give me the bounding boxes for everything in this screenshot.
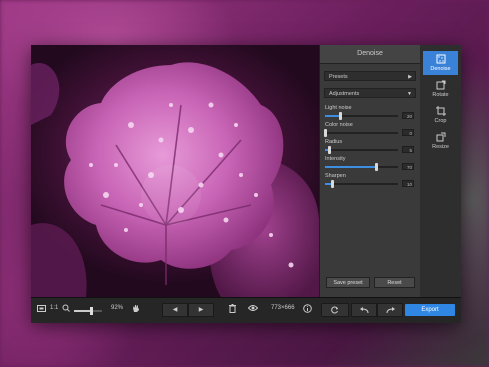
next-button[interactable]: ▶ <box>188 303 214 317</box>
tool-rotate[interactable]: Rotate <box>423 77 458 101</box>
slider-handle[interactable] <box>327 146 331 154</box>
tool-label: Crop <box>434 118 447 124</box>
export-button[interactable]: Export <box>405 304 455 316</box>
chevron-down-icon: ▼ <box>407 91 412 97</box>
actual-size-button[interactable]: 1:1 <box>50 305 58 311</box>
image-dimensions: 773×666 <box>271 305 295 311</box>
hand-tool-icon[interactable] <box>132 304 140 315</box>
tool-denoise[interactable]: Denoise <box>423 51 458 75</box>
chevron-right-icon: ▶ <box>408 74 412 80</box>
tool-resize[interactable]: Resize <box>423 129 458 153</box>
slider-label: Radius <box>325 139 343 145</box>
slider-handle[interactable] <box>338 112 342 120</box>
slider-handle[interactable] <box>331 180 335 188</box>
slider-value-field[interactable]: 0 <box>402 129 414 136</box>
presets-label: Presets <box>329 74 348 80</box>
zoom-slider-handle[interactable] <box>89 307 93 315</box>
denoise-icon <box>436 54 445 64</box>
zoom-out-icon[interactable] <box>62 304 70 314</box>
denoise-panel: Denoise Presets ▶ Adjustments ▼ Light no… <box>319 45 420 297</box>
flower-photo <box>31 62 319 297</box>
reset-button[interactable]: Reset <box>374 277 415 288</box>
undo-button[interactable] <box>351 303 377 317</box>
slider-label: Light noise <box>325 105 352 111</box>
slider-handle[interactable] <box>375 163 379 171</box>
bottom-toolbar: 1:1 92% ◀ ▶ 773×666 Export <box>31 297 461 323</box>
slider-track[interactable] <box>325 112 398 120</box>
slider-label: Color noise <box>325 122 353 128</box>
previous-arrow-icon: ◀ <box>172 307 178 313</box>
slider-value-field[interactable]: 20 <box>402 112 414 119</box>
slider-value-field[interactable]: 70 <box>402 163 414 170</box>
resize-icon <box>436 132 445 142</box>
crop-icon <box>435 106 446 116</box>
panel-title: Denoise <box>320 45 420 64</box>
adjustments-dropdown[interactable]: Adjustments ▼ <box>324 88 416 98</box>
tool-label: Resize <box>432 144 449 150</box>
slider-label: Intensity <box>325 156 346 162</box>
tools-sidebar: Denoise Rotate Crop Resize <box>420 45 461 297</box>
slider-fill <box>325 115 340 117</box>
adjustments-label: Adjustments <box>329 91 360 97</box>
refresh-icon <box>331 306 338 314</box>
zoom-value: 92% <box>111 305 124 311</box>
refresh-button[interactable] <box>321 303 349 317</box>
zoom-slider-fill <box>74 310 91 312</box>
slider-value-field[interactable]: 5 <box>402 146 414 153</box>
tool-crop[interactable]: Crop <box>423 103 458 127</box>
rotate-icon <box>436 80 445 90</box>
eye-icon[interactable] <box>247 304 259 314</box>
editor-window: Denoise Presets ▶ Adjustments ▼ Light no… <box>31 45 461 323</box>
slider-fill <box>325 166 377 168</box>
slider-track[interactable] <box>325 146 398 154</box>
presets-dropdown[interactable]: Presets ▶ <box>324 71 416 81</box>
previous-button[interactable]: ◀ <box>162 303 188 317</box>
slider-handle[interactable] <box>324 129 327 137</box>
photo-canvas[interactable] <box>31 45 319 297</box>
slider-track[interactable] <box>324 129 398 137</box>
next-arrow-icon: ▶ <box>198 307 204 313</box>
redo-button[interactable] <box>377 303 403 317</box>
zoom-slider[interactable] <box>74 307 102 315</box>
save-preset-button[interactable]: Save preset <box>326 277 370 288</box>
redo-icon <box>386 307 395 314</box>
info-icon[interactable] <box>303 304 312 315</box>
slider-value-field[interactable]: 10 <box>402 180 414 187</box>
trash-icon[interactable] <box>229 304 236 315</box>
slider-track[interactable] <box>325 163 398 171</box>
fit-screen-icon[interactable] <box>37 304 46 315</box>
slider-label: Sharpen <box>325 173 346 179</box>
undo-icon <box>359 307 368 314</box>
slider-track[interactable] <box>325 180 398 188</box>
tool-label: Rotate <box>432 92 449 98</box>
tool-label: Denoise <box>430 66 451 72</box>
